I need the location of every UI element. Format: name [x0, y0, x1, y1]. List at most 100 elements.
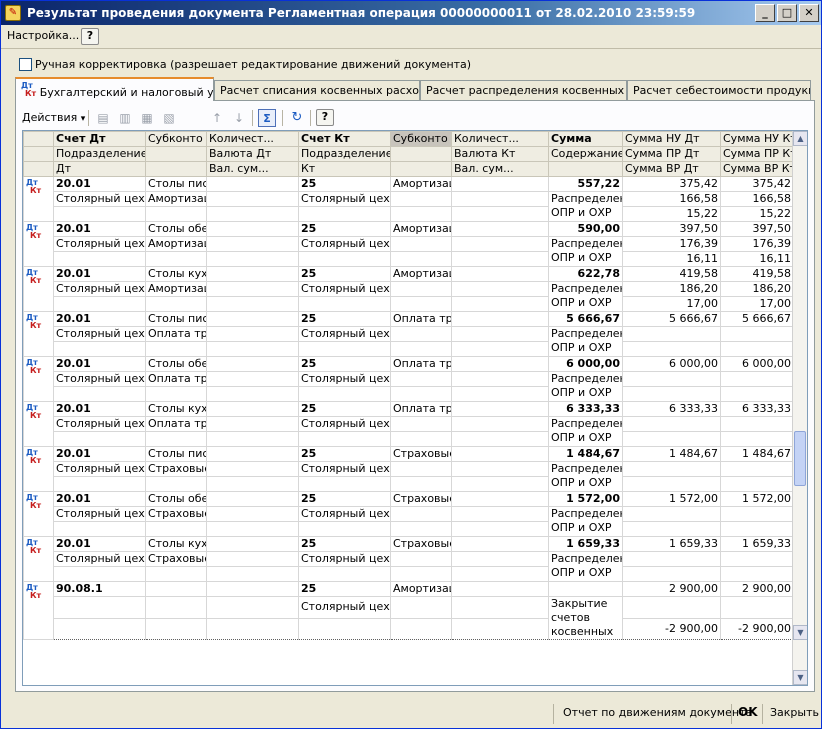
close-dialog-button[interactable]: Закрыть	[770, 706, 819, 719]
table-cell[interactable]	[53, 596, 146, 619]
table-cell[interactable]	[206, 326, 299, 342]
table-cell[interactable]	[53, 521, 146, 537]
table-cell[interactable]	[53, 341, 146, 357]
table-cell[interactable]: Столы обеденн...	[145, 221, 207, 237]
table-cell[interactable]: Страховые взн...	[145, 461, 207, 477]
col-header[interactable]: Количест...	[206, 131, 299, 147]
table-row[interactable]: ДтКт20.01Столы обеденн...25Оплата труда6…	[23, 356, 794, 402]
table-cell[interactable]	[451, 206, 549, 222]
table-cell[interactable]: Столы обеденн...	[145, 356, 207, 372]
copy-row-icon[interactable]: ▥	[116, 109, 134, 127]
table-cell[interactable]: Столярный цех	[298, 416, 391, 432]
table-cell[interactable]: -2 900,00	[720, 617, 794, 640]
table-cell[interactable]	[145, 566, 207, 582]
col-header[interactable]: Субконто Дт	[145, 131, 207, 147]
table-cell[interactable]: Распределение ОПР и ОХР	[548, 326, 623, 357]
table-row[interactable]: ДтКт20.01Столы кухонные25Оплата труда6 3…	[23, 401, 794, 447]
table-cell[interactable]	[451, 431, 549, 447]
table-row[interactable]: Столярный цехАмортизацияСтолярный цехРас…	[24, 281, 794, 312]
table-cell[interactable]	[206, 551, 299, 567]
table-cell[interactable]: Столярный цех	[53, 461, 146, 477]
table-cell[interactable]: Столярный цех	[298, 371, 391, 387]
table-cell[interactable]	[451, 446, 549, 462]
table-row[interactable]: ДтКт20.01Столы обеденн...25Амортизация59…	[23, 221, 794, 267]
sum-icon[interactable]: Σ	[258, 109, 276, 127]
table-cell[interactable]	[390, 191, 452, 207]
table-cell[interactable]: Страховые взн...	[390, 491, 452, 507]
table-row[interactable]	[24, 521, 794, 537]
table-cell[interactable]	[720, 521, 794, 537]
table-cell[interactable]	[145, 581, 207, 597]
table-cell[interactable]	[622, 551, 721, 567]
table-cell[interactable]: 25	[298, 221, 391, 237]
table-cell[interactable]	[206, 191, 299, 207]
table-row[interactable]	[24, 476, 794, 492]
table-cell[interactable]	[451, 521, 549, 537]
table-cell[interactable]: 375,42	[622, 176, 721, 192]
table-cell[interactable]: 419,58	[720, 266, 794, 282]
table-cell[interactable]	[451, 371, 549, 387]
table-cell[interactable]: Столярный цех	[53, 191, 146, 207]
table-cell[interactable]	[53, 566, 146, 582]
table-cell[interactable]	[390, 251, 452, 267]
scroll-end-arrow-icon[interactable]: ▼	[793, 670, 807, 685]
table-cell[interactable]	[622, 476, 721, 492]
table-cell[interactable]	[206, 281, 299, 297]
col-header[interactable]	[548, 161, 623, 177]
table-cell[interactable]	[451, 176, 549, 192]
table-cell[interactable]	[298, 476, 391, 492]
table-cell[interactable]: 1 572,00	[548, 491, 623, 507]
table-cell[interactable]	[451, 461, 549, 477]
tab-accounting[interactable]: Дт Кт Бухгалтерский и налоговый учет	[15, 77, 214, 101]
table-cell[interactable]	[451, 617, 549, 640]
table-cell[interactable]	[145, 251, 207, 267]
table-cell[interactable]	[451, 326, 549, 342]
table-row[interactable]: Столярный цехАмортизацияСтолярный цехРас…	[24, 191, 794, 222]
col-header[interactable]	[390, 161, 452, 177]
minimize-button[interactable]: _	[755, 4, 775, 22]
table-cell[interactable]: 166,58	[622, 191, 721, 207]
movements-grid[interactable]: Счет Дт Субконто Дт Количест... Счет Кт …	[22, 130, 808, 686]
table-cell[interactable]	[451, 221, 549, 237]
table-cell[interactable]	[622, 596, 721, 619]
table-cell[interactable]	[298, 296, 391, 312]
table-cell[interactable]: Амортизацион...	[390, 581, 452, 597]
col-header[interactable]: Валюта Кт	[451, 146, 549, 162]
table-cell[interactable]: Столярный цех	[53, 551, 146, 567]
table-row[interactable]: ДтКт20.01Столы письмен...25Амортизация55…	[23, 176, 794, 222]
table-cell[interactable]	[206, 491, 299, 507]
help-button[interactable]: ?	[81, 28, 99, 45]
table-cell[interactable]: 20.01	[53, 446, 146, 462]
table-cell[interactable]	[145, 596, 207, 619]
table-cell[interactable]	[206, 371, 299, 387]
table-cell[interactable]	[390, 281, 452, 297]
col-header[interactable]: Сумма ВР Дт	[622, 161, 721, 177]
table-cell[interactable]: 6 333,33	[720, 401, 794, 417]
table-cell[interactable]: 166,58	[720, 191, 794, 207]
table-row[interactable]	[24, 566, 794, 582]
table-cell[interactable]: Распределение ОПР и ОХР	[548, 551, 623, 582]
table-cell[interactable]: 1 484,67	[720, 446, 794, 462]
table-cell[interactable]: 176,39	[622, 236, 721, 252]
table-cell[interactable]	[451, 266, 549, 282]
table-cell[interactable]	[451, 491, 549, 507]
table-cell[interactable]: 6 000,00	[622, 356, 721, 372]
table-cell[interactable]	[206, 431, 299, 447]
table-cell[interactable]: 16,11	[622, 251, 721, 267]
table-cell[interactable]: 186,20	[720, 281, 794, 297]
table-cell[interactable]	[720, 566, 794, 582]
table-cell[interactable]	[390, 341, 452, 357]
table-cell[interactable]: 5 666,67	[622, 311, 721, 327]
table-cell[interactable]	[206, 416, 299, 432]
table-cell[interactable]	[53, 251, 146, 267]
delete-row-icon[interactable]: ▧	[160, 109, 178, 127]
table-row[interactable]: 15,22 15,22	[24, 206, 794, 222]
table-cell[interactable]: Закрытие счетов косвенных	[548, 596, 623, 640]
table-cell[interactable]	[298, 431, 391, 447]
tab-indirect-writeoff[interactable]: Расчет списания косвенных расходов	[214, 80, 420, 100]
table-cell[interactable]: 5 666,67	[720, 311, 794, 327]
table-cell[interactable]	[720, 551, 794, 567]
col-header[interactable]: Подразделение	[298, 146, 391, 162]
table-row[interactable]: 16,11 16,11	[24, 251, 794, 267]
table-cell[interactable]: 5 666,67	[548, 311, 623, 327]
